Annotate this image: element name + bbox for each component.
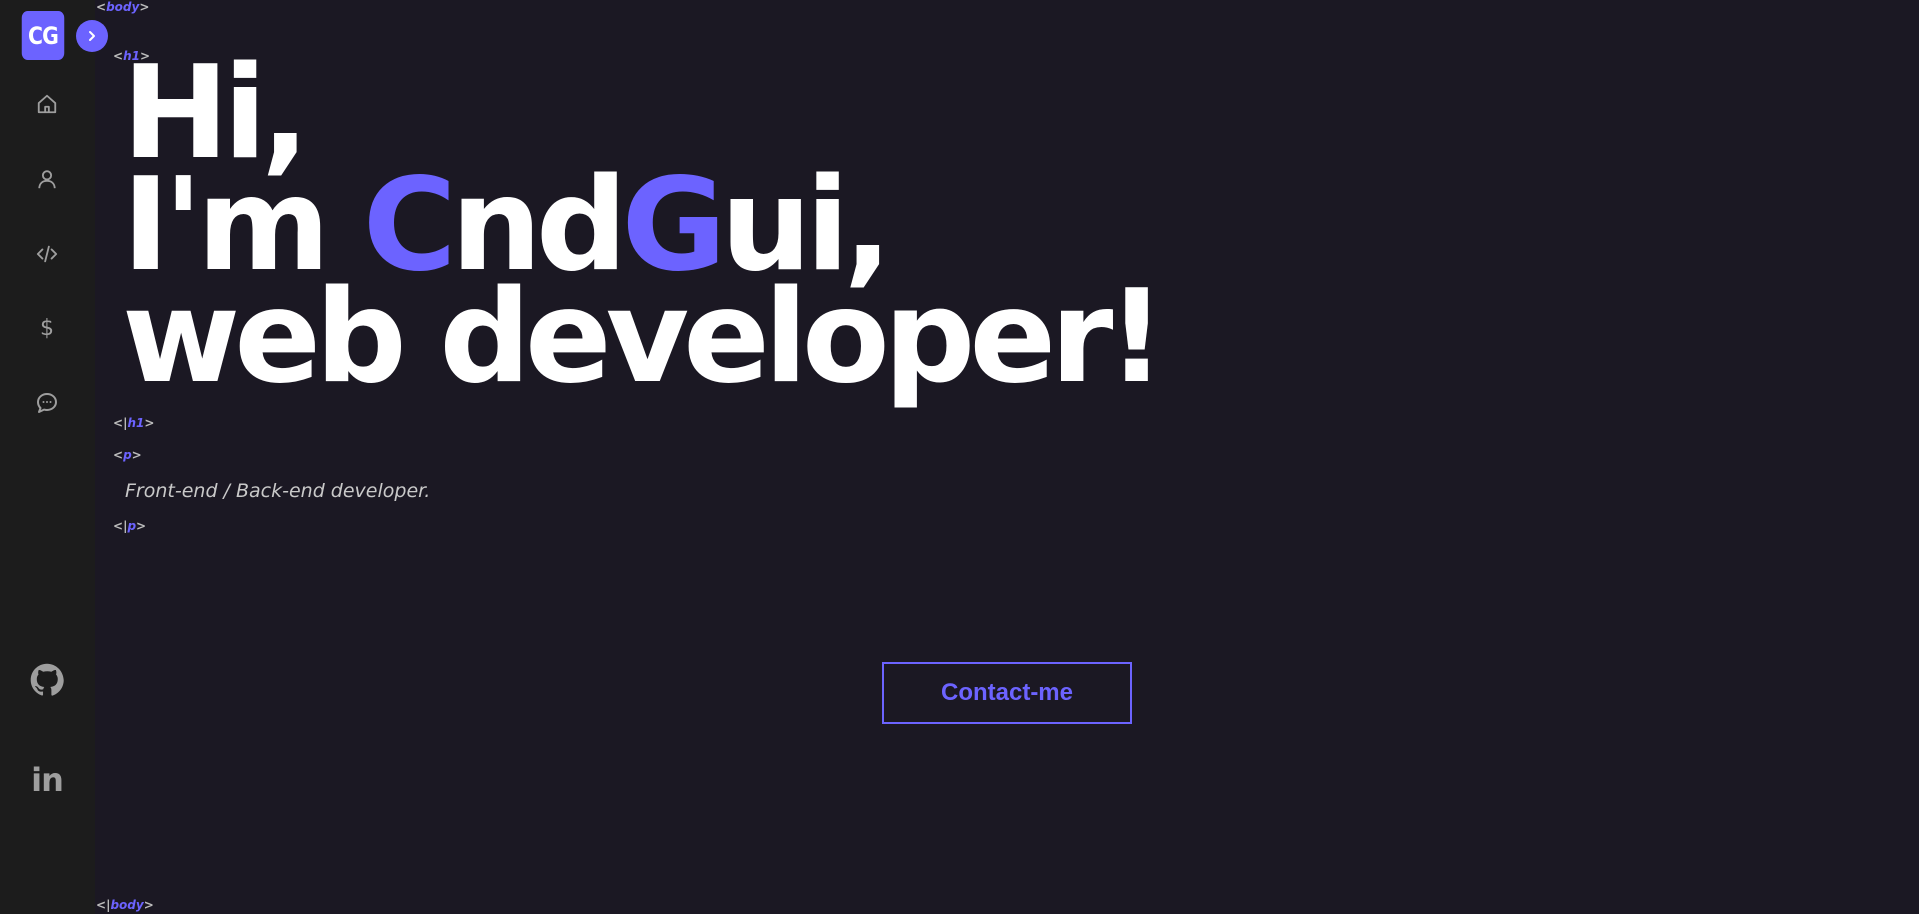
sidebar-toggle-button[interactable] [76,20,108,52]
body-close-tag: <|body> [96,898,154,912]
p-close-tag: <|p> [113,519,147,533]
app: CG $ in <body> <h1> Hi, I'm CndGui, web … [0,0,1919,914]
logo-text: CG [27,21,59,50]
p-open-tag: <p> [113,448,142,462]
dollar-icon: $ [40,316,54,341]
sidebar: CG $ in [0,0,95,914]
sidebar-social-linkedin[interactable]: in [28,761,66,799]
chat-icon [37,393,57,413]
chevron-right-icon [89,31,95,41]
contact-button[interactable]: Contact-me [882,662,1132,724]
code-icon [36,245,58,263]
h1-close-tag: <|h1> [113,416,155,430]
hero-line-3: web developer! [122,263,1166,412]
logo[interactable]: CG [21,11,65,60]
home-icon [37,94,57,114]
github-icon [30,663,64,696]
user-icon [38,170,56,189]
sidebar-item-projects[interactable] [28,235,66,273]
body-open-tag: <body> [96,0,150,14]
sidebar-item-about[interactable] [28,160,66,198]
subtitle: Front-end / Back-end developer. [125,480,431,502]
linkedin-icon: in [31,761,64,799]
sidebar-item-contact[interactable] [28,384,66,422]
sidebar-item-pricing[interactable]: $ [28,310,66,348]
hero-heading: Hi, I'm CndGui, web developer! [122,50,1166,412]
sidebar-social-github[interactable] [28,661,66,699]
sidebar-item-home[interactable] [28,85,66,123]
